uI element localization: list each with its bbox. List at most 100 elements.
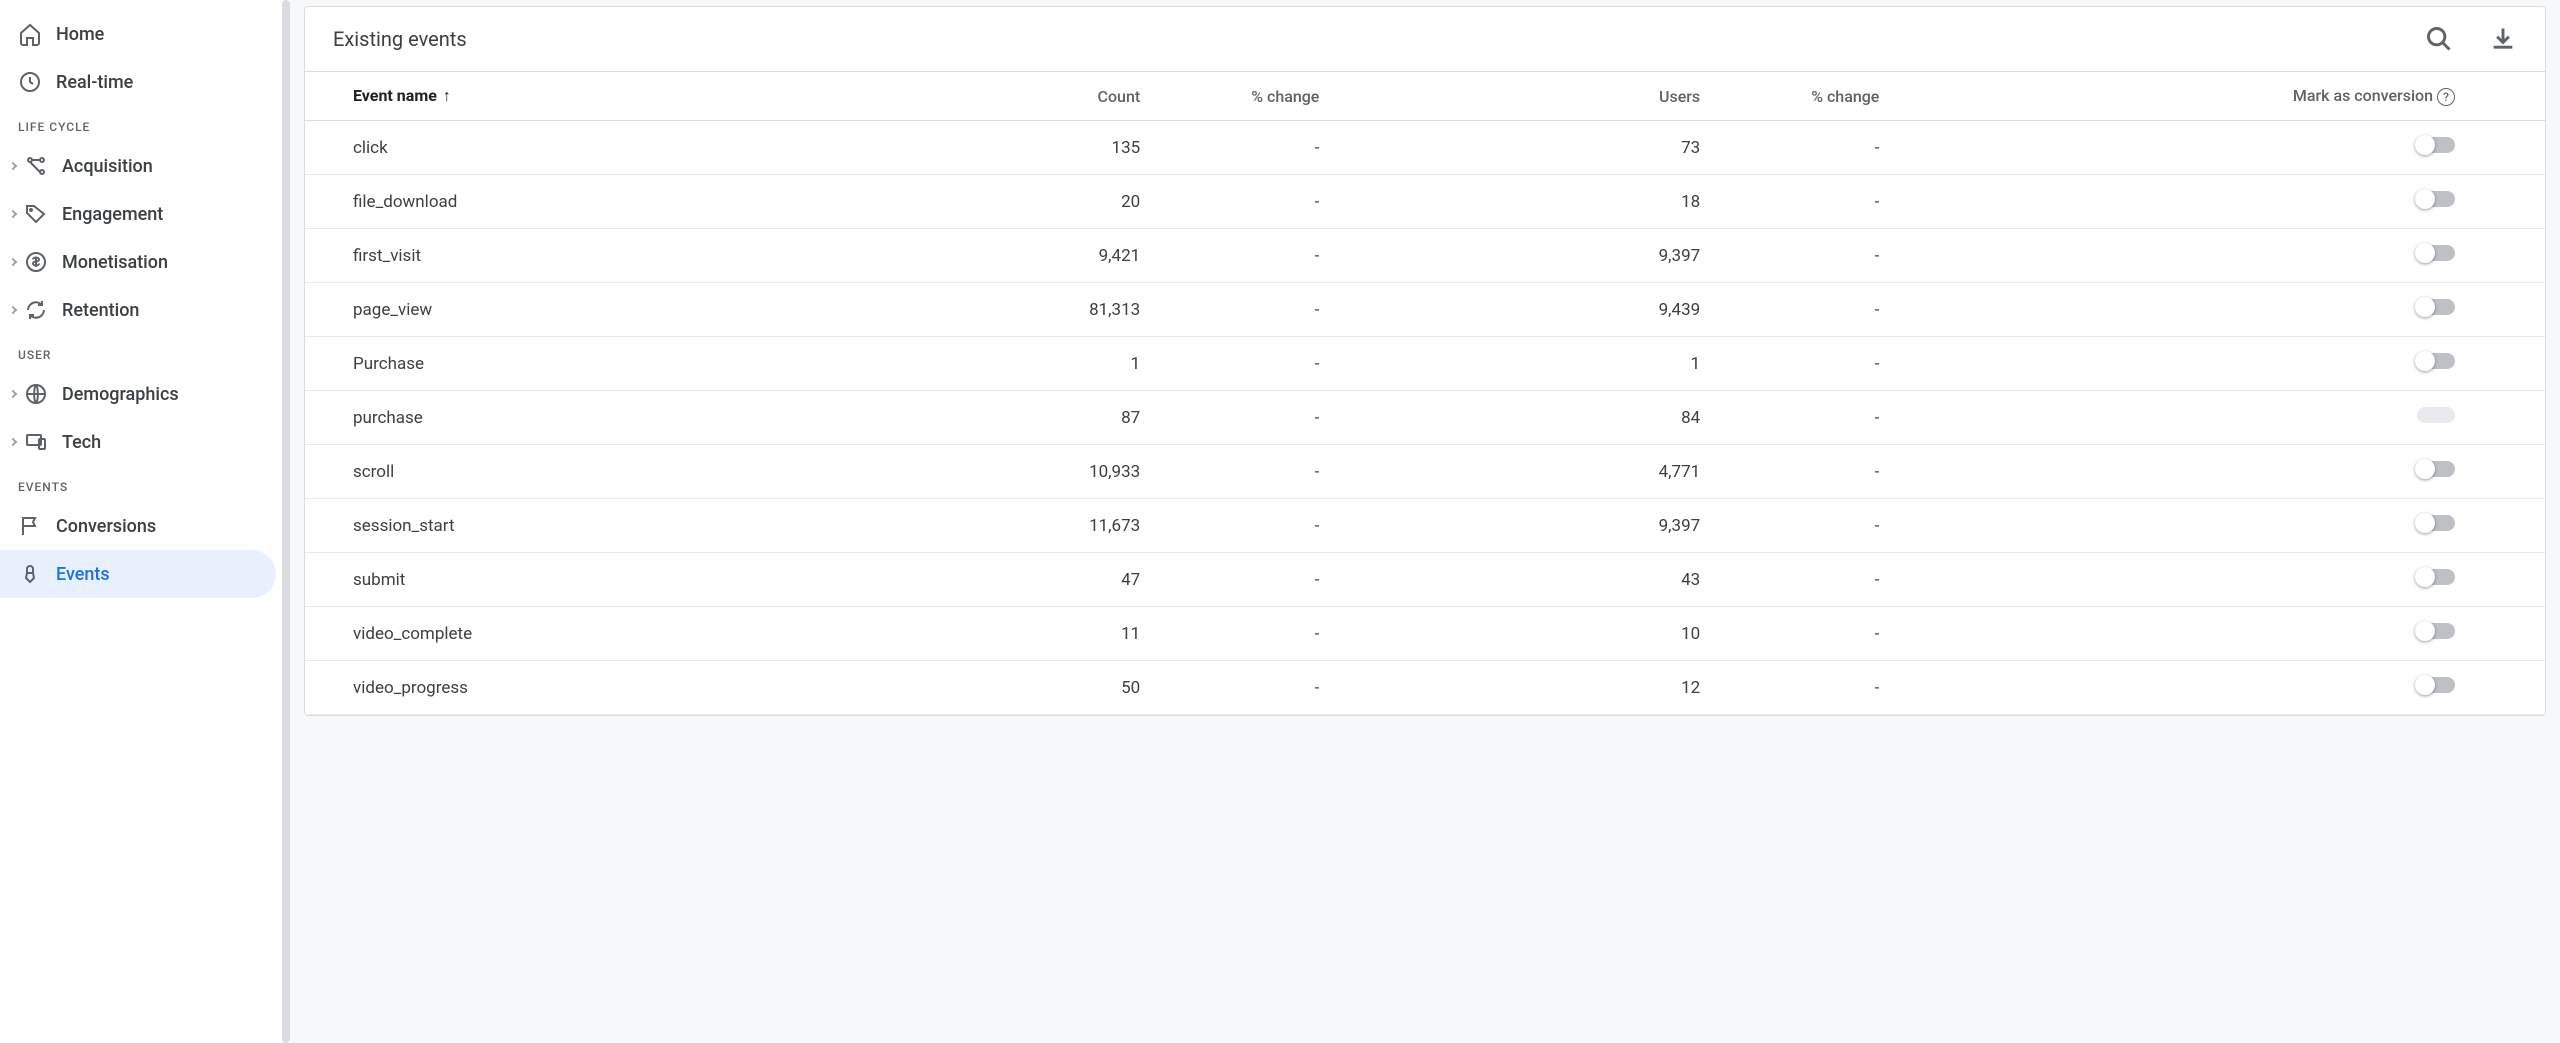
section-events: EVENTS [0, 466, 290, 502]
cell-pct-change: - [1716, 661, 1895, 715]
col-pct-change-1[interactable]: % change [1156, 72, 1335, 121]
nav-realtime[interactable]: Real-time [0, 58, 290, 106]
cell-toggle [1895, 121, 2545, 175]
cell-event-name[interactable]: session_start [305, 499, 932, 553]
nav-acquisition-label: Acquisition [62, 156, 153, 177]
cell-pct-change: - [1156, 553, 1335, 607]
cell-pct-change: - [1156, 229, 1335, 283]
conversion-toggle[interactable] [2417, 677, 2455, 693]
touch-icon [18, 562, 42, 586]
main-content: Existing events Event name↑ Count % chan… [290, 0, 2560, 1043]
nav-demographics[interactable]: Demographics [0, 370, 290, 418]
search-icon [2425, 25, 2453, 53]
table-row: page_view81,313-9,439- [305, 283, 2545, 337]
conversion-toggle[interactable] [2417, 191, 2455, 207]
cell-users: 10 [1335, 607, 1716, 661]
cell-pct-change: - [1716, 445, 1895, 499]
nav-engagement-label: Engagement [62, 204, 163, 225]
table-row: purchase87-84- [305, 391, 2545, 445]
cell-count: 10,933 [932, 445, 1156, 499]
cell-pct-change: - [1156, 337, 1335, 391]
tag-icon [24, 202, 48, 226]
cell-users: 9,397 [1335, 499, 1716, 553]
col-event-name[interactable]: Event name↑ [305, 72, 932, 121]
cell-pct-change: - [1716, 229, 1895, 283]
cell-event-name[interactable]: scroll [305, 445, 932, 499]
conversion-toggle[interactable] [2417, 407, 2455, 423]
nav-home[interactable]: Home [0, 10, 290, 58]
flag-icon [18, 514, 42, 538]
search-button[interactable] [2425, 25, 2453, 53]
sidebar: Home Real-time LIFE CYCLE Acquisition En… [0, 0, 290, 1043]
cell-event-name[interactable]: click [305, 121, 932, 175]
cell-count: 47 [932, 553, 1156, 607]
caret-icon [9, 162, 17, 170]
conversion-toggle[interactable] [2417, 461, 2455, 477]
col-count[interactable]: Count [932, 72, 1156, 121]
conversion-toggle[interactable] [2417, 299, 2455, 315]
cell-event-name[interactable]: Purchase [305, 337, 932, 391]
card-actions [2425, 25, 2517, 53]
cell-users: 43 [1335, 553, 1716, 607]
cell-toggle [1895, 175, 2545, 229]
caret-icon [9, 306, 17, 314]
col-users[interactable]: Users [1335, 72, 1716, 121]
conversion-toggle[interactable] [2417, 515, 2455, 531]
cell-toggle [1895, 661, 2545, 715]
nav-engagement[interactable]: Engagement [0, 190, 290, 238]
cell-event-name[interactable]: file_download [305, 175, 932, 229]
events-card: Existing events Event name↑ Count % chan… [304, 6, 2546, 716]
nav-tech-label: Tech [62, 432, 101, 453]
card-title: Existing events [333, 27, 467, 51]
nav-events[interactable]: Events [0, 550, 276, 598]
nav-retention-label: Retention [62, 300, 139, 321]
col-pct-change-2[interactable]: % change [1716, 72, 1895, 121]
card-header: Existing events [305, 7, 2545, 72]
col-mark-conversion[interactable]: Mark as conversion? [1895, 72, 2545, 121]
help-icon[interactable]: ? [2437, 88, 2455, 106]
conversion-toggle[interactable] [2417, 623, 2455, 639]
nav-acquisition[interactable]: Acquisition [0, 142, 290, 190]
conversion-toggle[interactable] [2417, 353, 2455, 369]
cell-users: 1 [1335, 337, 1716, 391]
cell-users: 9,439 [1335, 283, 1716, 337]
download-button[interactable] [2489, 25, 2517, 53]
dollar-icon [24, 250, 48, 274]
nav-conversions-label: Conversions [56, 516, 156, 537]
cell-pct-change: - [1156, 607, 1335, 661]
cell-pct-change: - [1156, 121, 1335, 175]
table-row: file_download20-18- [305, 175, 2545, 229]
cell-count: 50 [932, 661, 1156, 715]
cell-users: 18 [1335, 175, 1716, 229]
cell-pct-change: - [1716, 499, 1895, 553]
cell-users: 84 [1335, 391, 1716, 445]
cell-pct-change: - [1716, 175, 1895, 229]
table-row: submit47-43- [305, 553, 2545, 607]
section-user: USER [0, 334, 290, 370]
cell-toggle [1895, 499, 2545, 553]
conversion-toggle[interactable] [2417, 245, 2455, 261]
table-row: first_visit9,421-9,397- [305, 229, 2545, 283]
cell-count: 11,673 [932, 499, 1156, 553]
cell-pct-change: - [1156, 391, 1335, 445]
nav-conversions[interactable]: Conversions [0, 502, 290, 550]
table-row: video_progress50-12- [305, 661, 2545, 715]
table-row: Purchase1-1- [305, 337, 2545, 391]
cell-event-name[interactable]: video_complete [305, 607, 932, 661]
clock-icon [18, 70, 42, 94]
conversion-toggle[interactable] [2417, 137, 2455, 153]
cell-event-name[interactable]: submit [305, 553, 932, 607]
cell-count: 135 [932, 121, 1156, 175]
conversion-toggle[interactable] [2417, 569, 2455, 585]
nav-tech[interactable]: Tech [0, 418, 290, 466]
sort-up-icon: ↑ [443, 86, 451, 105]
caret-icon [9, 390, 17, 398]
cell-event-name[interactable]: purchase [305, 391, 932, 445]
cell-toggle [1895, 229, 2545, 283]
nav-retention[interactable]: Retention [0, 286, 290, 334]
cell-event-name[interactable]: first_visit [305, 229, 932, 283]
cell-count: 1 [932, 337, 1156, 391]
cell-event-name[interactable]: video_progress [305, 661, 932, 715]
cell-event-name[interactable]: page_view [305, 283, 932, 337]
nav-monetisation[interactable]: Monetisation [0, 238, 290, 286]
